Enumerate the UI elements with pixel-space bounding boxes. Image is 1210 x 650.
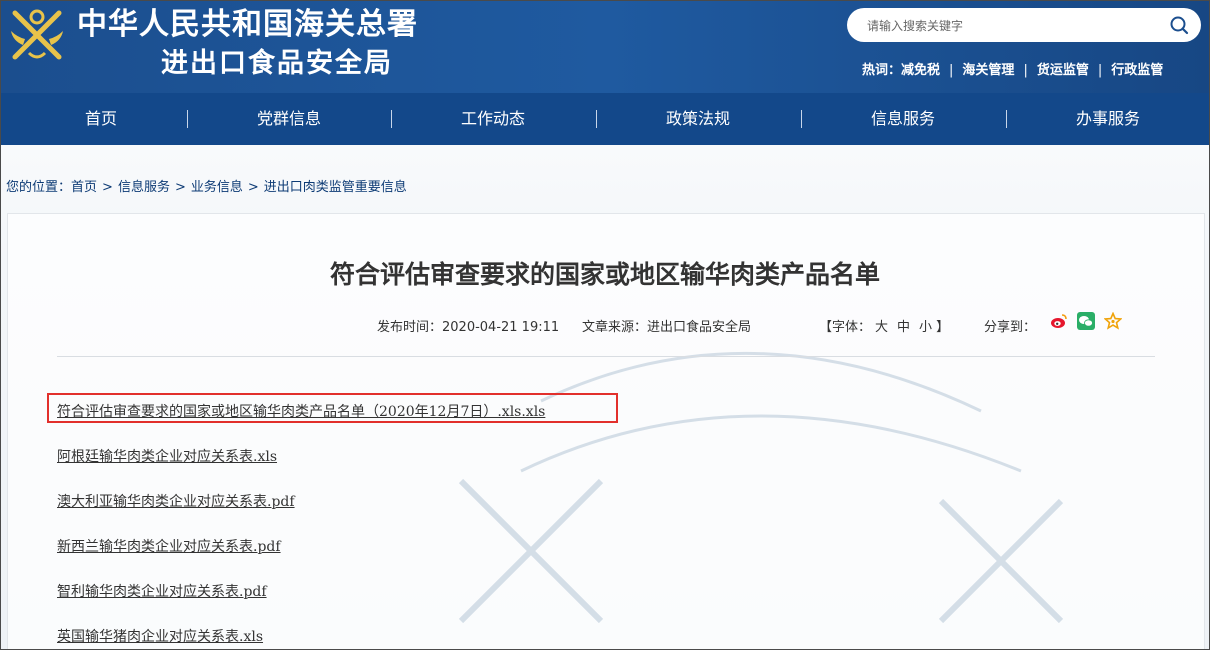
breadcrumb-link[interactable]: 信息服务: [118, 180, 170, 195]
article-title: 符合评估审查要求的国家或地区输华肉类产品名单: [329, 260, 880, 289]
attachment-link[interactable]: 智利输华肉类企业对应关系表.pdf: [57, 581, 267, 601]
nav-item-services[interactable]: 办事服务: [1008, 93, 1208, 145]
nav-divider: [801, 110, 802, 128]
breadcrumb-link[interactable]: 业务信息: [191, 180, 243, 195]
font-size-label: 【字体：: [819, 320, 872, 335]
main-nav: 首页 党群信息 工作动态 政策法规 信息服务 办事服务: [1, 93, 1209, 145]
attachment-link[interactable]: 澳大利亚输华肉类企业对应关系表.pdf: [57, 491, 295, 511]
breadcrumb-link[interactable]: 进出口肉类监管重要信息: [264, 180, 407, 195]
search-box: [847, 8, 1201, 42]
attachment-link[interactable]: 英国输华猪肉企业对应关系表.xls: [57, 626, 263, 646]
meta-divider: [57, 356, 1155, 357]
font-size-control: 【字体：大中小】: [819, 316, 949, 335]
hot-word-link[interactable]: 海关管理: [962, 63, 1014, 78]
hot-words-label: 热词：: [862, 63, 902, 78]
nav-divider: [187, 110, 188, 128]
breadcrumb: 您的位置：首页 > 信息服务 > 业务信息 > 进出口肉类监管重要信息: [6, 176, 407, 195]
nav-divider: [1006, 110, 1007, 128]
nav-item-home[interactable]: 首页: [1, 93, 201, 145]
emblem-watermark-icon: [458, 351, 1064, 624]
font-large-button[interactable]: 大: [875, 320, 888, 335]
article-source: 文章来源：进出口食品安全局: [582, 320, 752, 335]
site-title: 中华人民共和国海关总署: [77, 7, 418, 42]
nav-divider: [391, 110, 392, 128]
site-subtitle: 进出口食品安全局: [161, 48, 393, 79]
breadcrumb-prefix: 您的位置：: [6, 180, 72, 195]
highlight-box: [47, 393, 618, 423]
hot-separator: |: [949, 63, 954, 78]
breadcrumb-separator: >: [102, 180, 113, 195]
hot-word-link[interactable]: 减免税: [901, 63, 940, 78]
search-icon[interactable]: [1169, 15, 1189, 35]
page-frame: 中华人民共和国海关总署 进出口食品安全局 热词：减免税 | 海关管理 | 货运监管 | 行政…: [0, 0, 1210, 650]
weibo-icon[interactable]: [1050, 312, 1068, 330]
hot-words: 热词：减免税 | 海关管理 | 货运监管 | 行政监管: [862, 59, 1163, 78]
nav-item-policy[interactable]: 政策法规: [598, 93, 798, 145]
nav-item-party[interactable]: 党群信息: [189, 93, 389, 145]
breadcrumb-separator: >: [247, 180, 259, 195]
hot-word-link[interactable]: 行政监管: [1111, 63, 1163, 78]
favorite-star-icon[interactable]: [1104, 312, 1122, 330]
site-header: 中华人民共和国海关总署 进出口食品安全局 热词：减免税 | 海关管理 | 货运监管 | 行政…: [1, 1, 1209, 93]
attachment-link[interactable]: 新西兰输华肉类企业对应关系表.pdf: [57, 536, 281, 556]
hot-word-link[interactable]: 货运监管: [1037, 63, 1089, 78]
hot-separator: |: [1023, 63, 1028, 78]
search-input[interactable]: [865, 14, 1149, 38]
font-size-bracket: 】: [936, 320, 950, 335]
nav-item-info-service[interactable]: 信息服务: [803, 93, 1003, 145]
publish-time: 发布时间：2020-04-21 19:11: [377, 320, 560, 335]
nav-item-news[interactable]: 工作动态: [393, 93, 593, 145]
attachment-link[interactable]: 阿根廷输华肉类企业对应关系表.xls: [57, 446, 277, 466]
font-medium-button[interactable]: 中: [897, 320, 910, 335]
wechat-icon[interactable]: [1077, 312, 1095, 330]
hot-separator: |: [1097, 63, 1103, 78]
breadcrumb-separator: >: [174, 180, 186, 195]
font-small-button[interactable]: 小: [919, 320, 932, 335]
breadcrumb-link[interactable]: 首页: [71, 180, 97, 195]
nav-divider: [596, 110, 597, 128]
share-label: 分享到：: [984, 320, 1037, 335]
customs-emblem-icon[interactable]: [7, 5, 67, 65]
